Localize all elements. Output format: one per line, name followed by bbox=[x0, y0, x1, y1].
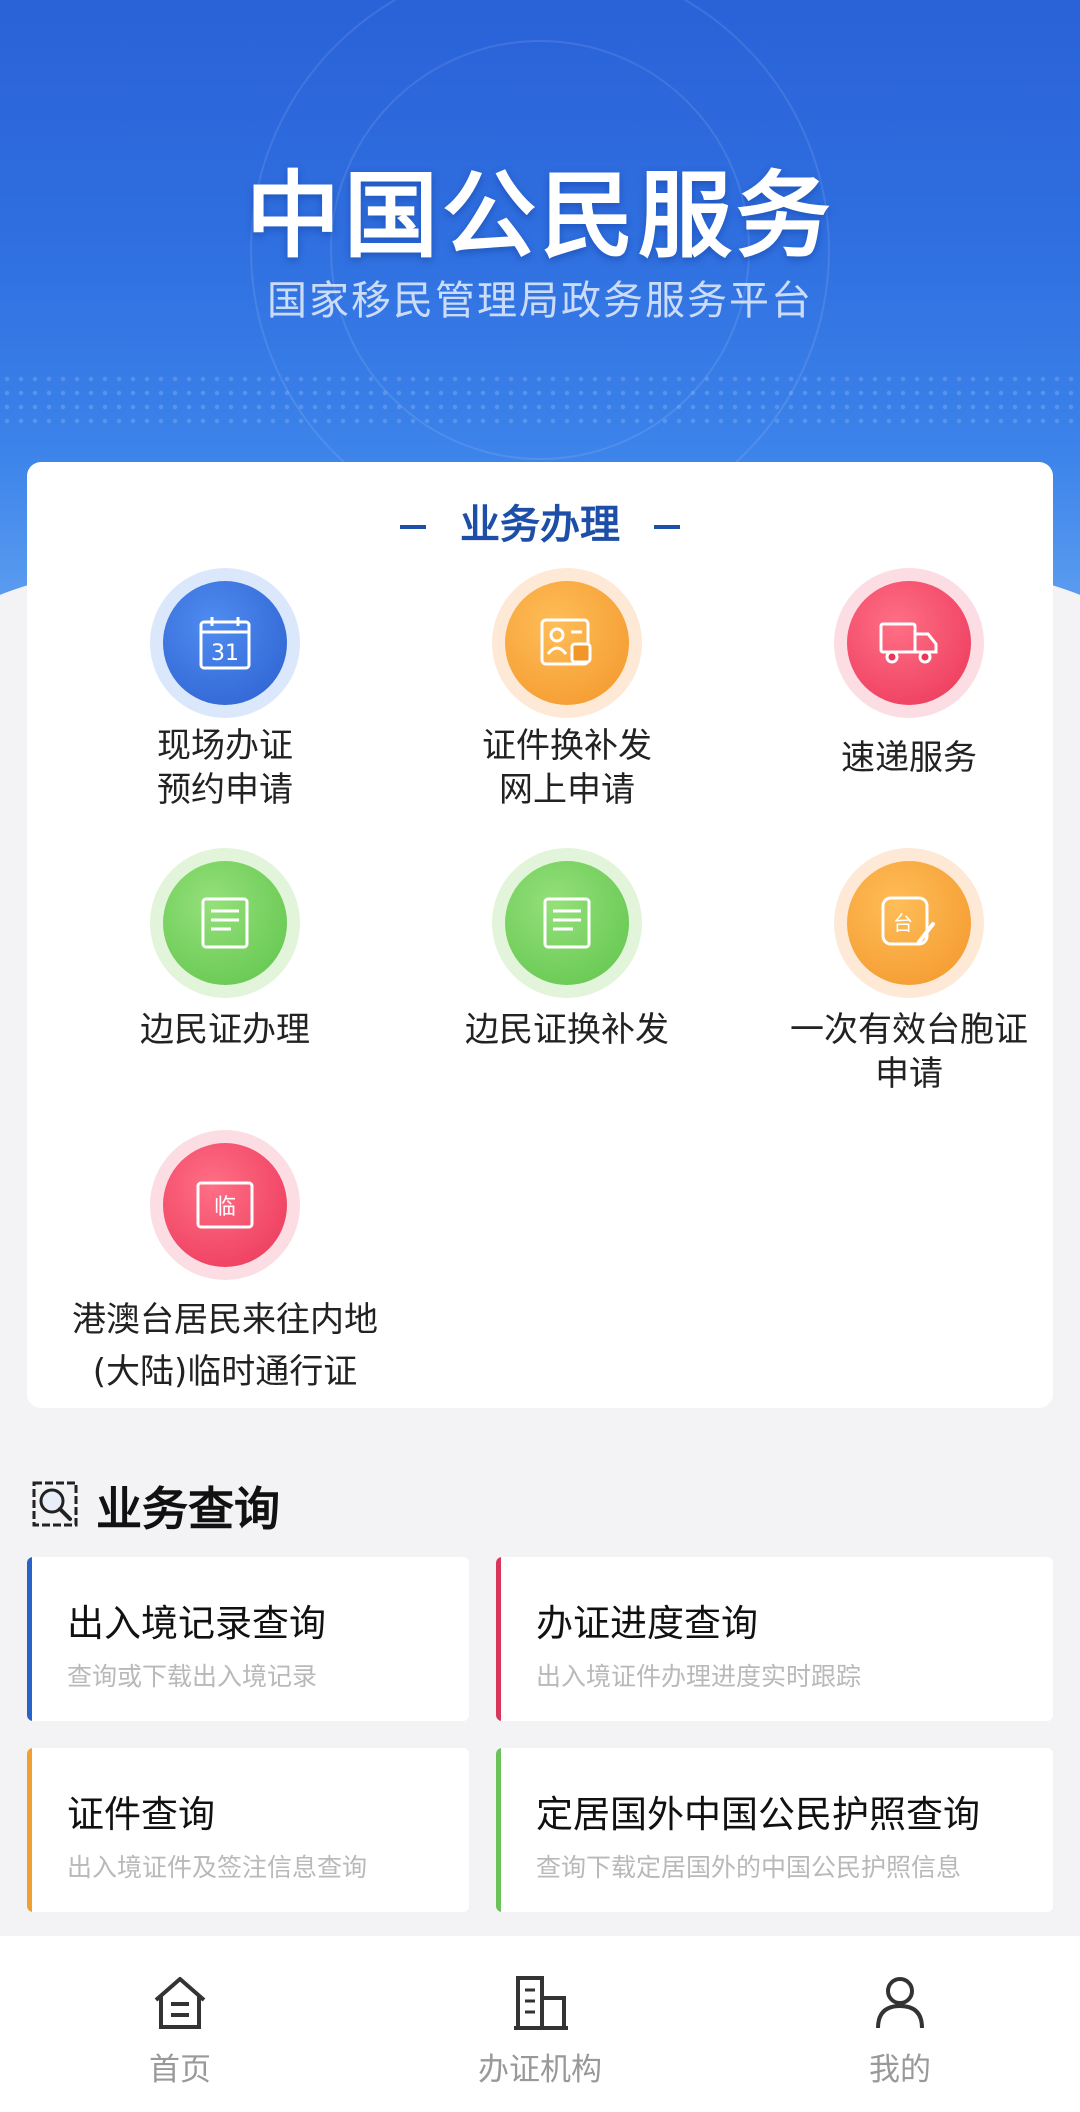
bottom-navigation: 首页 办证机构 我的 bbox=[0, 1936, 1080, 2112]
taiwan-pass-icon: 台 bbox=[847, 861, 971, 985]
service-icon-halo bbox=[150, 848, 300, 998]
service-border-resident-reissue[interactable]: 边民证换补发 bbox=[397, 848, 737, 1052]
calendar-icon: 31 bbox=[163, 581, 287, 705]
building-icon bbox=[510, 1974, 570, 2036]
heading-dash-right bbox=[654, 525, 680, 529]
query-card-title: 办证进度查询 bbox=[536, 1602, 758, 1645]
service-icon-halo: 31 bbox=[150, 568, 300, 718]
query-card-subtitle: 查询下载定居国外的中国公民护照信息 bbox=[536, 1853, 962, 1882]
card-accent-bar bbox=[496, 1748, 501, 1912]
query-card-subtitle: 出入境证件及签注信息查询 bbox=[67, 1853, 368, 1882]
card-accent-bar bbox=[496, 1557, 501, 1721]
service-icon-halo bbox=[834, 568, 984, 718]
heading-dash-left bbox=[400, 525, 426, 529]
nav-home[interactable]: 首页 bbox=[0, 1936, 360, 2112]
nav-label: 我的 bbox=[869, 2052, 931, 2088]
service-express-delivery[interactable]: 速递服务 bbox=[739, 568, 1079, 780]
query-title-text: 业务查询 bbox=[96, 1482, 280, 1536]
card-accent-bar bbox=[27, 1557, 32, 1721]
query-card-overseas-passport[interactable]: 定居国外中国公民护照查询 查询下载定居国外的中国公民护照信息 bbox=[496, 1748, 1053, 1912]
query-card-document[interactable]: 证件查询 出入境证件及签注信息查询 bbox=[27, 1748, 469, 1912]
service-label: 证件换补发 网上申请 bbox=[482, 726, 652, 810]
query-card-progress[interactable]: 办证进度查询 出入境证件办理进度实时跟踪 bbox=[496, 1557, 1053, 1721]
temporary-glyph: 临 bbox=[214, 1195, 236, 1220]
temporary-pass-icon: 临 bbox=[163, 1143, 287, 1267]
service-border-resident-permit[interactable]: 边民证办理 bbox=[55, 848, 395, 1052]
service-icon-halo bbox=[492, 848, 642, 998]
taiwan-glyph: 台 bbox=[893, 911, 913, 935]
service-label: 边民证换补发 bbox=[465, 1010, 669, 1050]
search-icon bbox=[32, 1480, 78, 1532]
home-icon bbox=[150, 1974, 210, 2036]
query-card-title: 证件查询 bbox=[67, 1793, 215, 1836]
query-card-title: 出入境记录查询 bbox=[67, 1602, 326, 1645]
card-accent-bar bbox=[27, 1748, 32, 1912]
service-temporary-pass[interactable]: 临 港澳台居民来往内地 (大陆)临时通行证 bbox=[55, 1130, 395, 1398]
document-icon bbox=[163, 861, 287, 985]
service-icon-halo: 台 bbox=[834, 848, 984, 998]
business-heading-text: 业务办理 bbox=[460, 502, 620, 548]
document-icon bbox=[505, 861, 629, 985]
service-taiwan-pass[interactable]: 台 一次有效台胞证 申请 bbox=[739, 848, 1079, 1096]
business-card: 业务办理 31 现场办证 预约申请 证件换补发 网上申请 速递服务 边民证办理 … bbox=[27, 462, 1053, 1408]
truck-icon bbox=[847, 581, 971, 705]
service-label: 一次有效台胞证 申请 bbox=[790, 1010, 1028, 1094]
nav-label: 首页 bbox=[149, 2052, 211, 2088]
query-card-subtitle: 出入境证件办理进度实时跟踪 bbox=[536, 1662, 862, 1691]
service-icon-halo: 临 bbox=[150, 1130, 300, 1280]
service-label: 港澳台居民来往内地 (大陆)临时通行证 bbox=[72, 1300, 378, 1392]
banner-dot-pattern bbox=[0, 372, 1080, 432]
service-label: 现场办证 预约申请 bbox=[157, 726, 293, 810]
nav-offices[interactable]: 办证机构 bbox=[360, 1936, 720, 2112]
banner-title: 中国公民服务 bbox=[245, 162, 834, 271]
query-section-title: 业务查询 bbox=[32, 1476, 280, 1536]
query-card-subtitle: 查询或下载出入境记录 bbox=[67, 1662, 318, 1691]
nav-label: 办证机构 bbox=[478, 2052, 602, 2088]
id-card-icon bbox=[505, 581, 629, 705]
query-card-entry-exit-records[interactable]: 出入境记录查询 查询或下载出入境记录 bbox=[27, 1557, 469, 1721]
banner-subtitle: 国家移民管理局政务服务平台 bbox=[267, 278, 813, 324]
service-label: 速递服务 bbox=[841, 738, 977, 778]
calendar-glyph: 31 bbox=[211, 641, 239, 666]
service-appointment[interactable]: 31 现场办证 预约申请 bbox=[55, 568, 395, 812]
business-heading: 业务办理 bbox=[27, 492, 1053, 550]
query-card-title: 定居国外中国公民护照查询 bbox=[536, 1793, 980, 1836]
nav-profile[interactable]: 我的 bbox=[720, 1936, 1080, 2112]
service-document-reissue[interactable]: 证件换补发 网上申请 bbox=[397, 568, 737, 812]
service-icon-halo bbox=[492, 568, 642, 718]
service-label: 边民证办理 bbox=[140, 1010, 310, 1050]
user-icon bbox=[870, 1974, 930, 2036]
